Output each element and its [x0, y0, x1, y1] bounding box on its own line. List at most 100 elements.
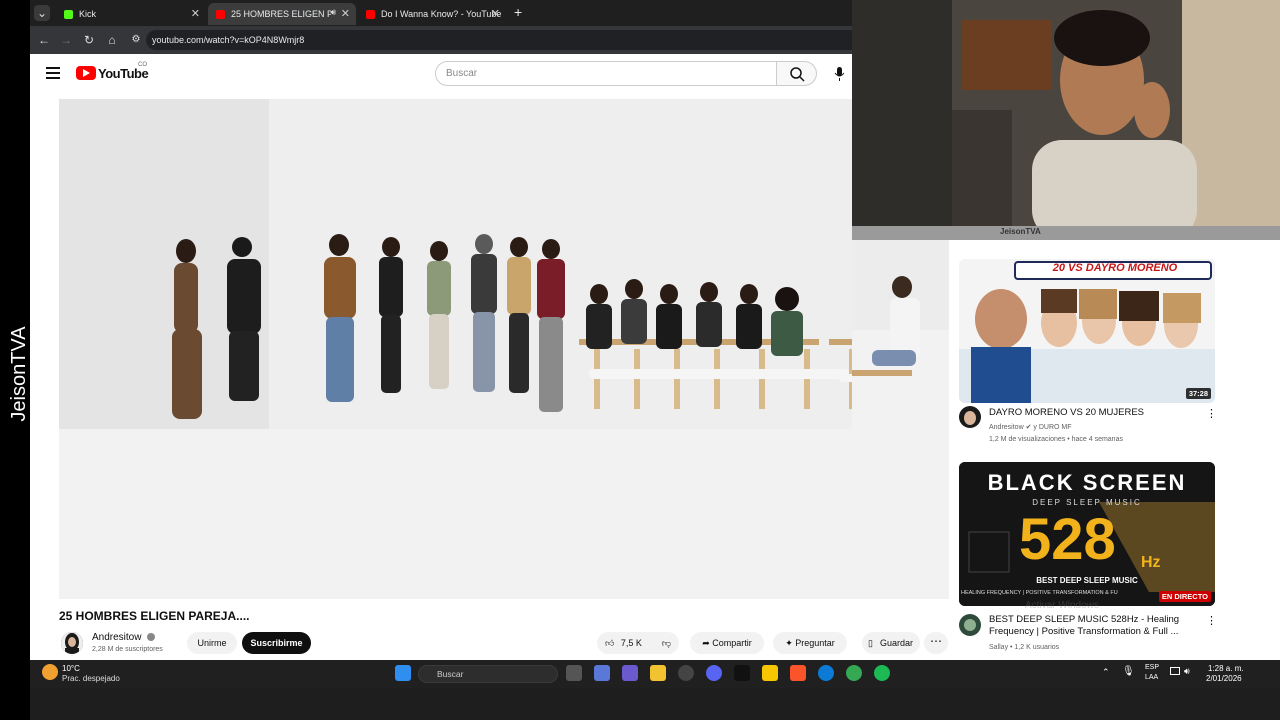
keyboard-language[interactable]: ESP	[1145, 664, 1159, 671]
home-icon[interactable]: ⌂	[104, 32, 120, 48]
reload-icon[interactable]: ↻	[81, 32, 97, 48]
site-info-icon[interactable]: ⚙	[128, 32, 144, 48]
recommendation-title[interactable]: DAYRO MORENO VS 20 MUJERES	[989, 407, 1199, 419]
windows-start-icon[interactable]	[395, 665, 411, 681]
forward-arrow-icon[interactable]: →	[58, 32, 74, 48]
share-button[interactable]: ➦ Compartir	[690, 632, 764, 654]
streamlabs-icon[interactable]	[762, 665, 778, 681]
tab-kick[interactable]: Kick ✕	[56, 3, 206, 25]
recommendation-thumbnail[interactable]: BLACK SCREEN DEEP SLEEP MUSIC 528 Hz BES…	[959, 462, 1215, 606]
tab-do-i-wanna-know[interactable]: Do I Wanna Know? - YouTube ✕	[358, 3, 506, 25]
subscriber-count: 2,28 M de suscriptores	[92, 646, 163, 653]
url-field[interactable]: youtube.com/watch?v=kOP4N8Wmjr8	[146, 30, 852, 50]
mic-button[interactable]	[827, 61, 852, 86]
close-tab-icon[interactable]: ✕	[341, 7, 350, 20]
activate-windows-watermark: Activar Windows	[1025, 600, 1099, 611]
join-button[interactable]: Unirme	[187, 632, 237, 654]
settings-icon[interactable]	[678, 665, 694, 681]
weather-description[interactable]: Prac. despejado	[62, 674, 120, 683]
close-tab-icon[interactable]: ✕	[491, 7, 500, 20]
show-hidden-icons-chevron-icon[interactable]: ⌃	[1102, 667, 1110, 678]
tab-list-chevron-icon[interactable]: ⌄	[34, 5, 50, 21]
weather-icon[interactable]	[42, 664, 58, 680]
share-label: Compartir	[712, 638, 752, 648]
verified-icon	[147, 633, 155, 641]
thumbs-down-icon[interactable]: 👎︎	[662, 632, 671, 654]
subscribe-button[interactable]: Suscribirme	[242, 632, 311, 654]
channel-name[interactable]: Andresitow	[989, 424, 1024, 431]
share-icon: ➦	[702, 638, 713, 648]
microphone-icon[interactable]: 🎙︎	[1122, 666, 1135, 677]
video-player[interactable]	[59, 99, 949, 599]
search-button[interactable]	[777, 61, 817, 86]
volume-icon[interactable]: 🔊︎	[1184, 666, 1190, 677]
search-icon	[790, 67, 805, 82]
webcam-overlay	[852, 0, 1280, 240]
menu-icon[interactable]	[46, 67, 60, 79]
chrome-icon[interactable]	[846, 665, 862, 681]
video-player-extension[interactable]	[852, 240, 949, 599]
thumbnail-text: 20 VS DAYRO MORENO	[1052, 262, 1178, 274]
video-frame	[59, 99, 949, 599]
ask-button[interactable]: ✦ Preguntar	[773, 632, 847, 654]
save-button[interactable]: ▯ Guardar	[862, 632, 920, 654]
new-tab-button[interactable]: +	[514, 4, 522, 20]
like-dislike-group[interactable]: 👍︎ 7,5 K 👎︎	[597, 632, 679, 654]
recommendation-channel: Andresitow ✔ y DURO MF	[989, 423, 1072, 431]
network-icon[interactable]	[1170, 667, 1180, 675]
browser-tab-bar: ⌄ Kick ✕ 25 HOMBRES ELIGEN PARE 🔊︎ ✕ Do …	[30, 0, 852, 26]
recommendation-thumbnail[interactable]: 20 VS DAYRO MORENO 37:28	[959, 259, 1215, 403]
back-arrow-icon[interactable]: ←	[36, 32, 52, 48]
youtube-logo-icon[interactable]	[76, 66, 96, 80]
browser-address-bar: ← → ↻ ⌂ ⚙ youtube.com/watch?v=kOP4N8Wmjr…	[30, 26, 852, 54]
ask-label: Preguntar	[795, 638, 835, 648]
collab-name[interactable]: y DURO MF	[1033, 424, 1071, 431]
clock-date[interactable]: 2/01/2026	[1206, 674, 1242, 683]
youtube-icon	[366, 9, 375, 19]
streamer-watermark: JeisonTVA	[8, 326, 30, 422]
channel-avatar[interactable]	[959, 614, 981, 636]
speaker-icon[interactable]: 🔊︎	[330, 7, 336, 18]
recommendation-title[interactable]: BEST DEEP SLEEP MUSIC 528Hz - Healing Fr…	[989, 614, 1199, 638]
thumbnail-number: 528	[1019, 507, 1116, 572]
bookmark-icon: ▯	[868, 638, 873, 648]
channel-avatar[interactable]	[61, 632, 83, 654]
thumbs-up-icon[interactable]: 👍︎	[605, 638, 614, 648]
edge-icon[interactable]	[818, 665, 834, 681]
channel-name[interactable]: Andresitow	[92, 632, 141, 643]
weather-temp[interactable]: 10°C	[62, 664, 80, 673]
copilot-icon[interactable]	[594, 665, 610, 681]
more-actions-button[interactable]: ⋯	[924, 632, 948, 654]
sparkle-icon: ✦	[785, 638, 796, 648]
thumbnail-line1: BLACK SCREEN	[987, 470, 1187, 495]
page-margin	[1254, 240, 1280, 660]
video-duration: 37:28	[1185, 388, 1211, 399]
youtube-logo-text[interactable]: YouTube	[98, 66, 149, 81]
teams-icon[interactable]	[622, 665, 638, 681]
task-view-icon[interactable]	[566, 665, 582, 681]
webcam-image	[852, 0, 1280, 240]
clock-time[interactable]: 1:28 a. m.	[1208, 664, 1244, 673]
thumbnail-line3: BEST DEEP SLEEP MUSIC	[1036, 576, 1138, 585]
close-tab-icon[interactable]: ✕	[191, 7, 200, 20]
channel-avatar[interactable]	[959, 406, 981, 428]
tab-current-video[interactable]: 25 HOMBRES ELIGEN PARE 🔊︎ ✕	[208, 3, 356, 25]
discord-icon[interactable]	[706, 665, 722, 681]
recommendation-meta: Sallay • 1,2 K usuarios	[989, 644, 1060, 651]
youtube-page: YouTube CO Buscar 25 HOMBRES ELIGEN PARE…	[30, 54, 949, 660]
brave-icon[interactable]	[790, 665, 806, 681]
search-input[interactable]: Buscar	[435, 61, 777, 86]
more-options-icon[interactable]: ⋮	[1206, 407, 1217, 420]
mic-icon	[834, 67, 845, 81]
tiktok-icon[interactable]	[734, 665, 750, 681]
taskbar-search[interactable]: Buscar	[418, 665, 558, 683]
spotify-icon[interactable]	[874, 665, 890, 681]
thumbnail-line4: HEALING FREQUENCY | POSITIVE TRANSFORMAT…	[961, 590, 1118, 596]
youtube-icon	[216, 9, 225, 19]
file-explorer-icon[interactable]	[650, 665, 666, 681]
more-options-icon[interactable]: ⋮	[1206, 614, 1217, 627]
thumbnail-hz: Hz	[1141, 554, 1161, 571]
keyboard-layout[interactable]: LAA	[1145, 674, 1158, 681]
live-badge: EN DIRECTO	[1158, 591, 1211, 602]
recommendation-meta: 1,2 M de visualizaciones • hace 4 semana…	[989, 436, 1123, 443]
